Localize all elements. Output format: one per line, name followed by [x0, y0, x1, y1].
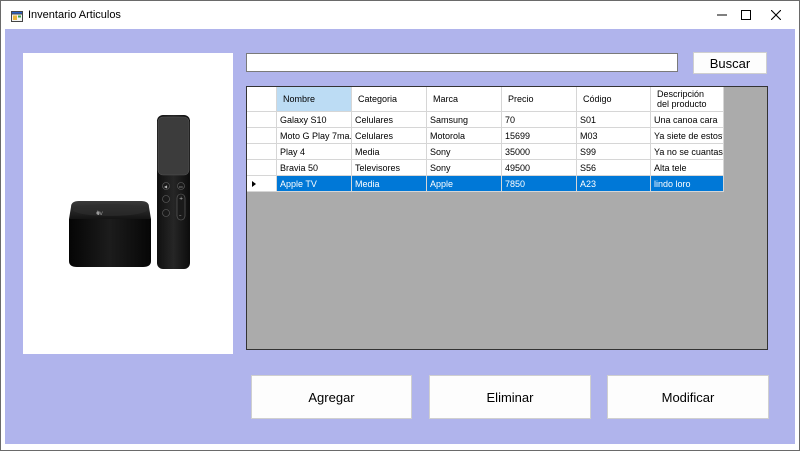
product-picture-box: tv ◀ ▭ + – [23, 53, 233, 354]
table-cell[interactable]: Ya siete de estos? [651, 128, 724, 144]
table-cell[interactable]: Play 4 [277, 144, 352, 160]
row-header[interactable] [247, 112, 277, 128]
table-cell[interactable]: A23 [577, 176, 651, 192]
row-header[interactable] [247, 176, 277, 192]
svg-text:▭: ▭ [179, 184, 183, 189]
table-row[interactable]: Moto G Play 7ma... Celulares Motorola 15699… [247, 128, 724, 144]
table-cell[interactable]: S56 [577, 160, 651, 176]
table-cell[interactable]: 49500 [502, 160, 577, 176]
table-cell[interactable]: Apple TV [277, 176, 352, 192]
table-cell[interactable]: Apple [427, 176, 502, 192]
table-cell[interactable]: Celulares [352, 112, 427, 128]
table-cell[interactable]: Galaxy S10 [277, 112, 352, 128]
table-cell[interactable]: 35000 [502, 144, 577, 160]
table-cell[interactable]: S01 [577, 112, 651, 128]
table-cell[interactable]: lindo loro [651, 176, 724, 192]
row-header[interactable] [247, 160, 277, 176]
grid-column-header[interactable]: Categoria [352, 87, 427, 112]
close-icon [771, 10, 781, 20]
table-cell[interactable]: S99 [577, 144, 651, 160]
grid-column-header[interactable]: Descripción del producto [651, 87, 724, 112]
table-cell[interactable]: Televisores [352, 160, 427, 176]
grid-column-header[interactable]: Código [577, 87, 651, 112]
table-cell[interactable]: 70 [502, 112, 577, 128]
table-row[interactable]: Play 4 Media Sony 35000 S99 Ya no se cuantas.… [247, 144, 724, 160]
table-cell[interactable]: M03 [577, 128, 651, 144]
search-input[interactable] [246, 53, 678, 72]
table-row[interactable]: Bravia 50 Televisores Sony 49500 S56 Alta tel… [247, 160, 724, 176]
row-header[interactable] [247, 144, 277, 160]
table-cell[interactable]: Samsung [427, 112, 502, 128]
search-button[interactable]: Buscar [693, 52, 767, 74]
grid-header-row: Nombre Categoria Marca Precio Código Descripc… [247, 87, 724, 112]
table-row[interactable]: Apple TV Media Apple 7850 A23 lindo loro [247, 176, 724, 192]
window-title: Inventario Articulos [28, 9, 121, 21]
table-cell[interactable]: Una canoa cara [651, 112, 724, 128]
table-cell[interactable]: Media [352, 144, 427, 160]
row-header[interactable] [247, 128, 277, 144]
app-window: Inventario Articulos tv ◀ ▭ + – Buscar N… [0, 0, 800, 451]
current-row-arrow-icon [252, 181, 256, 187]
table-cell[interactable]: Celulares [352, 128, 427, 144]
modify-button[interactable]: Modificar [607, 375, 769, 419]
grid-corner-header[interactable] [247, 87, 277, 112]
table-cell[interactable]: 7850 [502, 176, 577, 192]
table-cell[interactable]: Bravia 50 [277, 160, 352, 176]
apple-tv-product-image: tv ◀ ▭ + – [69, 115, 190, 269]
svg-text:+: + [179, 196, 183, 202]
table-cell[interactable]: Sony [427, 160, 502, 176]
add-button[interactable]: Agregar [251, 375, 412, 419]
articles-grid[interactable]: Nombre Categoria Marca Precio Código Descripc… [246, 86, 768, 350]
table-cell[interactable]: Moto G Play 7ma... [277, 128, 352, 144]
grid-column-header[interactable]: Marca [427, 87, 502, 112]
table-cell[interactable]: Ya no se cuantas... [651, 144, 724, 160]
grid-column-header[interactable]: Nombre [277, 87, 352, 112]
table-cell[interactable]: Media [352, 176, 427, 192]
table-row[interactable]: Galaxy S10 Celulares Samsung 70 S01 Una canoa… [247, 112, 724, 128]
maximize-icon [741, 10, 751, 20]
grid-column-header[interactable]: Precio [502, 87, 577, 112]
close-button[interactable] [753, 1, 799, 29]
title-bar[interactable]: Inventario Articulos [1, 1, 799, 29]
table-cell[interactable]: 15699 [502, 128, 577, 144]
table-cell[interactable]: Sony [427, 144, 502, 160]
delete-button[interactable]: Eliminar [429, 375, 591, 419]
window-app-icon [11, 9, 23, 22]
form-client-area: tv ◀ ▭ + – Buscar Nombre Categoria Marca Pr… [5, 29, 795, 444]
table-cell[interactable]: Motorola [427, 128, 502, 144]
table-cell[interactable]: Alta tele [651, 160, 724, 176]
